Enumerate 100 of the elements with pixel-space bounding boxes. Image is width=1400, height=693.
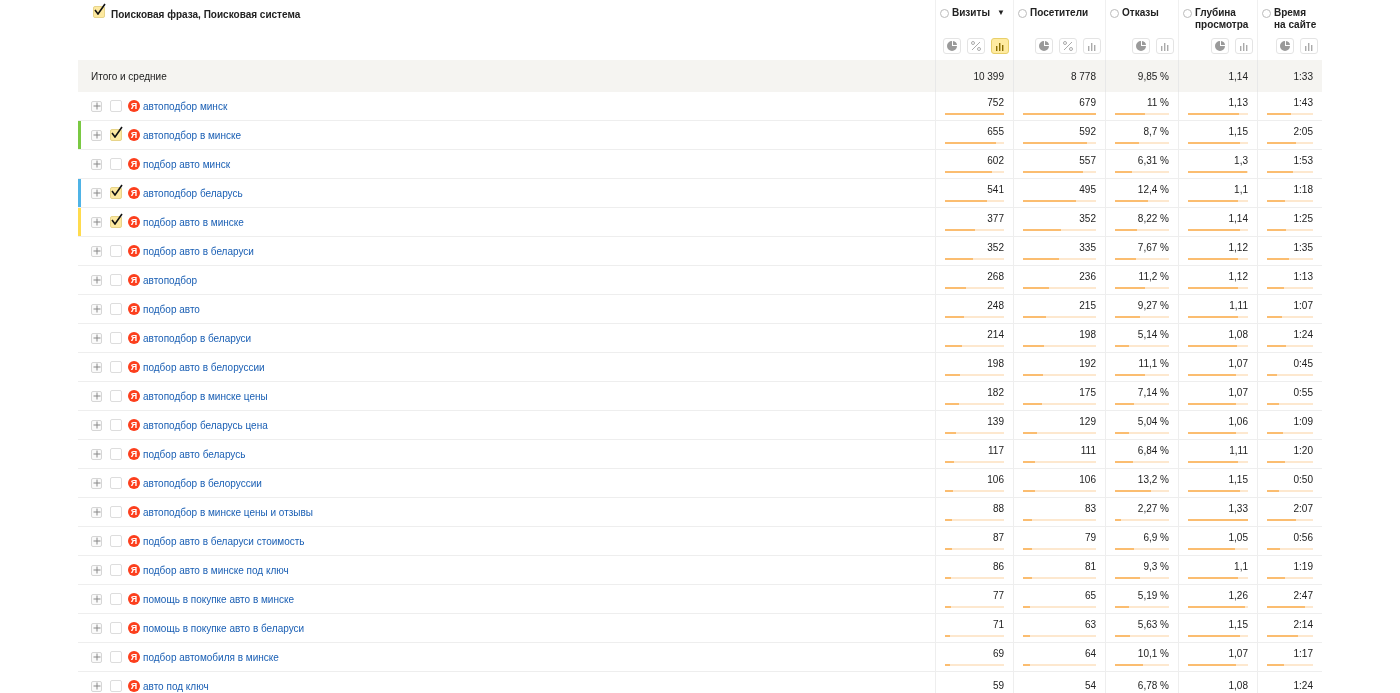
checkbox[interactable] bbox=[110, 477, 122, 489]
search-phrase-link[interactable]: подбор авто в минске bbox=[143, 216, 244, 228]
checkbox[interactable] bbox=[110, 361, 122, 373]
expand-button[interactable] bbox=[91, 361, 102, 373]
metric-value: 59 bbox=[991, 680, 1004, 692]
expand-button[interactable] bbox=[91, 593, 102, 605]
expand-button[interactable] bbox=[91, 129, 102, 141]
view-toggle-button[interactable] bbox=[1300, 38, 1318, 54]
checkbox[interactable] bbox=[110, 158, 122, 170]
search-phrase-link[interactable]: подбор авто беларусь bbox=[143, 448, 246, 460]
expand-button[interactable] bbox=[91, 274, 102, 286]
checkbox[interactable] bbox=[110, 622, 122, 634]
search-engine-icon: Я bbox=[128, 448, 140, 460]
checkbox[interactable] bbox=[110, 535, 122, 547]
expand-button[interactable] bbox=[91, 303, 102, 315]
column-header[interactable]: Глубина просмотра bbox=[1195, 7, 1253, 31]
checkbox[interactable] bbox=[110, 651, 122, 663]
view-toggle-button[interactable] bbox=[1276, 38, 1294, 54]
view-toggle-button[interactable] bbox=[1083, 38, 1101, 54]
column-header[interactable]: Визиты bbox=[952, 7, 990, 19]
checkbox[interactable] bbox=[110, 680, 122, 692]
search-phrase-link[interactable]: автоподбор минск bbox=[143, 100, 228, 112]
expand-button[interactable] bbox=[91, 506, 102, 518]
search-phrase-link[interactable]: подбор авто в белоруссии bbox=[143, 361, 265, 373]
view-toggle-button[interactable] bbox=[943, 38, 961, 54]
view-toggle-button[interactable] bbox=[991, 38, 1009, 54]
search-engine-icon: Я bbox=[128, 390, 140, 402]
metric-value: 11,2 % bbox=[1137, 271, 1169, 283]
view-toggle-button[interactable] bbox=[1132, 38, 1150, 54]
checkbox[interactable] bbox=[110, 419, 122, 431]
expand-button[interactable] bbox=[91, 477, 102, 489]
expand-button[interactable] bbox=[91, 448, 102, 460]
expand-button[interactable] bbox=[91, 390, 102, 402]
search-phrase-link[interactable]: автоподбор в белоруссии bbox=[143, 477, 262, 489]
search-phrase-link[interactable]: подбор авто bbox=[143, 303, 200, 315]
sort-arrow[interactable]: ▼ bbox=[996, 7, 1005, 19]
view-toggle-button[interactable] bbox=[1059, 38, 1077, 54]
help-icon bbox=[1183, 9, 1192, 18]
expand-button[interactable] bbox=[91, 535, 102, 547]
view-toggle-button[interactable] bbox=[1235, 38, 1253, 54]
view-toggle-button[interactable] bbox=[1156, 38, 1174, 54]
checkbox[interactable] bbox=[110, 274, 122, 286]
search-phrase-link[interactable]: помощь в покупке авто в минске bbox=[143, 593, 294, 605]
checkbox[interactable] bbox=[110, 506, 122, 518]
metric-value: 5,04 % bbox=[1136, 416, 1169, 428]
checkbox[interactable] bbox=[110, 332, 122, 344]
checkbox[interactable] bbox=[110, 593, 122, 605]
expand-button[interactable] bbox=[91, 680, 102, 692]
bar-chart-icon bbox=[1304, 41, 1314, 51]
metric-value: 268 bbox=[986, 271, 1004, 283]
checkbox[interactable] bbox=[110, 390, 122, 402]
expand-button[interactable] bbox=[91, 651, 102, 663]
search-phrase-link[interactable]: подбор автомобиля в минске bbox=[143, 651, 279, 663]
expand-button[interactable] bbox=[91, 564, 102, 576]
search-phrase-link[interactable]: подбор авто в беларуси bbox=[143, 245, 254, 257]
metric-value: 1,1 bbox=[1233, 561, 1248, 573]
metric-value: 5,63 % bbox=[1136, 619, 1169, 631]
column-header[interactable]: Посетители bbox=[1030, 7, 1089, 19]
metric-value: 0:56 bbox=[1292, 532, 1313, 544]
search-engine-icon: Я bbox=[128, 158, 140, 170]
search-phrase-link[interactable]: подбор авто в минске под ключ bbox=[143, 564, 289, 576]
expand-button[interactable] bbox=[91, 187, 102, 199]
expand-button[interactable] bbox=[91, 216, 102, 228]
search-phrase-link[interactable]: помощь в покупке авто в беларуси bbox=[143, 622, 305, 634]
checkbox[interactable] bbox=[110, 303, 122, 315]
view-toggle-button[interactable] bbox=[967, 38, 985, 54]
checkbox[interactable] bbox=[110, 564, 122, 576]
expand-button[interactable] bbox=[91, 622, 102, 634]
search-phrase-link[interactable]: автоподбор беларусь bbox=[143, 187, 243, 199]
expand-button[interactable] bbox=[91, 158, 102, 170]
expand-button[interactable] bbox=[91, 332, 102, 344]
column-header[interactable]: Отказы bbox=[1122, 7, 1159, 19]
expand-button[interactable] bbox=[91, 100, 102, 112]
search-phrase-link[interactable]: автоподбор в минске цены и отзывы bbox=[143, 506, 314, 518]
search-phrase-link[interactable]: авто под ключ bbox=[143, 680, 209, 692]
view-toggle-button[interactable] bbox=[1211, 38, 1229, 54]
checkbox[interactable] bbox=[110, 100, 122, 112]
checkbox[interactable] bbox=[110, 216, 122, 228]
search-phrase-link[interactable]: автоподбор bbox=[143, 274, 198, 286]
checkbox[interactable] bbox=[110, 245, 122, 257]
search-phrase-link[interactable]: автоподбор в беларуси bbox=[143, 332, 252, 344]
checkbox[interactable] bbox=[110, 448, 122, 460]
plus-icon bbox=[92, 392, 101, 400]
column-header[interactable]: Время на сайте bbox=[1274, 7, 1318, 31]
expand-button[interactable] bbox=[91, 245, 102, 257]
search-phrase-link[interactable]: подбор авто в беларуси стоимость bbox=[143, 535, 305, 547]
search-phrase-link[interactable]: подбор авто минск bbox=[143, 158, 231, 170]
plus-icon bbox=[92, 421, 101, 429]
checkbox[interactable] bbox=[110, 129, 122, 141]
view-toggle-button[interactable] bbox=[1035, 38, 1053, 54]
checkbox[interactable] bbox=[93, 6, 105, 18]
search-phrase-link[interactable]: автоподбор в минске цены bbox=[143, 390, 268, 402]
plus-icon bbox=[92, 218, 101, 226]
checkbox[interactable] bbox=[110, 187, 122, 199]
metric-value: 1:35 bbox=[1292, 242, 1313, 254]
expand-button[interactable] bbox=[91, 419, 102, 431]
search-phrase-link[interactable]: автоподбор беларусь цена bbox=[143, 419, 268, 431]
search-phrase-link[interactable]: автоподбор в минске bbox=[143, 129, 242, 141]
metric-value: 1,08 bbox=[1227, 680, 1248, 692]
metric-value: 106 bbox=[1078, 474, 1096, 486]
